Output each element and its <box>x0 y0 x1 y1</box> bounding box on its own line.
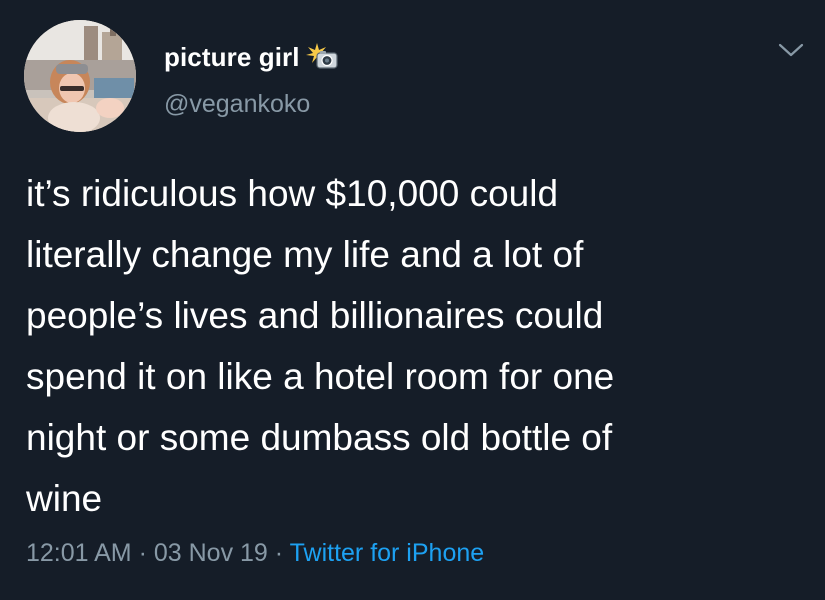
tweet-text: it’s ridiculous how $10,000 could litera… <box>26 173 615 519</box>
tweet-card: picture girl @vegankoko it’s ridiculous … <box>0 0 825 600</box>
display-name[interactable]: picture girl <box>164 42 300 73</box>
camera-flash-icon <box>305 42 340 72</box>
display-name-row[interactable]: picture girl <box>164 40 340 74</box>
chevron-down-icon[interactable] <box>776 38 806 62</box>
tweet-time[interactable]: 12:01 AM <box>26 539 132 567</box>
avatar[interactable] <box>24 20 136 132</box>
tweet-date[interactable]: 03 Nov 19 <box>154 539 268 567</box>
avatar-photo <box>24 20 136 132</box>
tweet-source-link[interactable]: Twitter for iPhone <box>290 539 485 567</box>
meta-separator: · <box>138 539 147 567</box>
username[interactable]: @vegankoko <box>164 90 310 119</box>
meta-separator: · <box>274 539 284 567</box>
tweet-meta: 12:01 AM · 03 Nov 19 · Twitter for iPhon… <box>26 539 484 568</box>
